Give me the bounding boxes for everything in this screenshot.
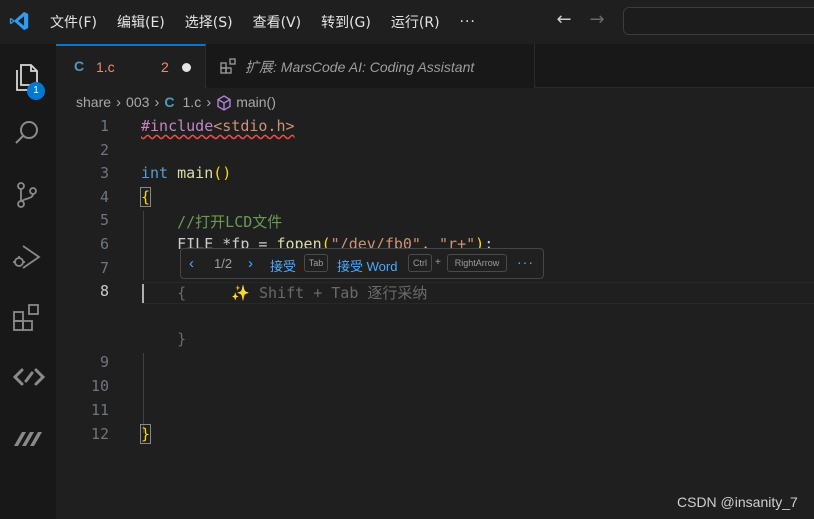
chevron-right-icon: › (116, 93, 122, 111)
inline-suggestion-toolbar: ‹ 1/2 › 接受 Tab 接受 Word Ctrl + RightArrow… (180, 248, 544, 279)
tab-1c[interactable]: C 1.c 2 (56, 44, 206, 88)
code-line-5: //打开LCD文件 (141, 211, 282, 232)
activity-explorer[interactable]: 1 (0, 52, 56, 100)
parens: () (213, 164, 232, 182)
code-editor[interactable]: 1 2 3 4 5 6 7 8 9 10 11 12 #include<stdi… (56, 114, 814, 519)
line-number: 12 (90, 425, 109, 443)
tab-extension-marscode[interactable]: 扩展: MarsCode AI: Coding Assistant (207, 44, 535, 88)
include-header: <stdio.h> (213, 117, 295, 135)
menu-view[interactable]: 查看(V) (243, 12, 312, 32)
menu-run[interactable]: 运行(R) (381, 12, 450, 32)
menu-more-button[interactable]: ··· (450, 14, 486, 30)
chevron-right-icon: › (206, 93, 212, 111)
string-literal: "r+" (439, 235, 476, 249)
activity-marscode[interactable] (0, 352, 56, 400)
accept-word-button[interactable]: 接受 Word (337, 256, 397, 275)
more-actions-button[interactable]: ··· (517, 254, 534, 270)
menu-file[interactable]: 文件(F) (40, 12, 107, 32)
command-center-search[interactable] (623, 7, 814, 35)
menu-edit[interactable]: 编辑(E) (107, 12, 175, 32)
line-number: 5 (99, 211, 109, 229)
activity-extensions[interactable] (0, 292, 56, 340)
arrow-right-icon[interactable]: → (585, 9, 609, 30)
line-number: 6 (99, 235, 109, 253)
line-number: 10 (90, 377, 109, 395)
breadcrumb-symbol[interactable]: main() (236, 94, 276, 110)
comment: //打开LCD文件 (177, 213, 283, 231)
tab-label: 1.c (96, 59, 115, 75)
activity-search[interactable] (0, 108, 56, 156)
extensions-icon (13, 304, 39, 331)
menu-go[interactable]: 转到(G) (311, 12, 381, 32)
code-line-4: { (139, 187, 152, 207)
line-number: 2 (99, 141, 109, 159)
breadcrumb-folder-003[interactable]: 003 (126, 94, 149, 110)
tab-label: 扩展: MarsCode AI: Coding Assistant (245, 59, 475, 75)
chevron-left-icon[interactable]: ‹ (189, 255, 194, 272)
problem-count: 2 (161, 59, 169, 75)
line-number: 9 (99, 353, 109, 371)
line-number: 1 (99, 117, 109, 135)
menu-bar: 文件(F) 编辑(E) 选择(S) 查看(V) 转到(G) 运行(R) ··· (40, 0, 486, 44)
breadcrumb-file[interactable]: 1.c (183, 94, 202, 110)
keybinding-ctrl: Ctrl (408, 254, 432, 272)
editor-tabs: C 1.c 2 扩展: MarsCode AI: Coding Assistan… (56, 44, 814, 88)
code-line-1: #include<stdio.h> (141, 117, 295, 135)
arrow-left-icon[interactable]: ← (552, 9, 576, 30)
code-line-6: FILE *fp = fopen("/dev/fb0", "r+"); (141, 235, 493, 249)
open-brace: { (139, 187, 152, 207)
keybinding-right-arrow: RightArrow (447, 254, 507, 272)
line-number: 7 (99, 259, 109, 277)
ai-hint: Shift + Tab 逐行采纳 (259, 284, 428, 302)
unsaved-dot-icon[interactable] (182, 63, 191, 72)
indent-guide (143, 353, 144, 433)
keybinding-tab: Tab (304, 254, 328, 272)
c-file-icon: C (164, 94, 175, 110)
chevron-right-icon[interactable]: › (248, 255, 253, 272)
line-number: 4 (99, 188, 109, 206)
watermark: CSDN @insanity_7 (677, 494, 798, 510)
vscode-logo-icon[interactable] (8, 10, 30, 32)
code-line-8: { ✨ Shift + Tab 逐行采纳 (141, 282, 427, 303)
activity-source-control[interactable] (0, 170, 56, 218)
activity-marscode-ai[interactable] (0, 412, 56, 460)
title-bar: 文件(F) 编辑(E) 选择(S) 查看(V) 转到(G) 运行(R) ··· … (0, 0, 814, 44)
line-number: 3 (99, 164, 109, 182)
marscode-ai-icon (14, 432, 42, 446)
code-line-3: int main() (141, 164, 231, 182)
search-icon (15, 121, 38, 144)
declaration: FILE *fp = (177, 235, 277, 249)
explorer-badge: 1 (27, 82, 45, 100)
accept-button[interactable]: 接受 (270, 256, 296, 275)
preprocessor-directive: #include (141, 117, 214, 135)
menu-selection[interactable]: 选择(S) (175, 12, 243, 32)
line-number: 11 (90, 401, 109, 419)
function-name: main (177, 164, 214, 182)
close-brace: } (139, 424, 152, 444)
source-control-icon (17, 182, 37, 208)
string-literal: "/dev/fb0" (330, 235, 421, 249)
activity-bar: 1 (0, 44, 56, 519)
extensions-icon (220, 58, 236, 74)
type-keyword: int (141, 164, 169, 182)
ghost-brace: } (177, 330, 187, 348)
breadcrumb-folder-share[interactable]: share (76, 94, 111, 110)
run-debug-icon (13, 245, 41, 269)
ghost-close-brace: } (141, 330, 186, 348)
marscode-icon (12, 368, 46, 386)
line-number: 8 (99, 282, 109, 300)
breadcrumb: share › 003 › C 1.c › main() (76, 92, 276, 112)
c-file-icon: C (74, 58, 85, 74)
chevron-right-icon: › (154, 93, 160, 111)
sparkle-icon: ✨ (231, 284, 250, 302)
activity-run-debug[interactable] (0, 232, 56, 280)
ghost-brace: { (177, 284, 187, 302)
suggestion-counter: 1/2 (214, 256, 233, 271)
code-line-12: } (139, 424, 152, 444)
text-cursor (142, 284, 144, 303)
function-call: fopen (276, 235, 322, 249)
plus-sign: + (435, 257, 441, 268)
method-cube-icon (217, 95, 231, 111)
